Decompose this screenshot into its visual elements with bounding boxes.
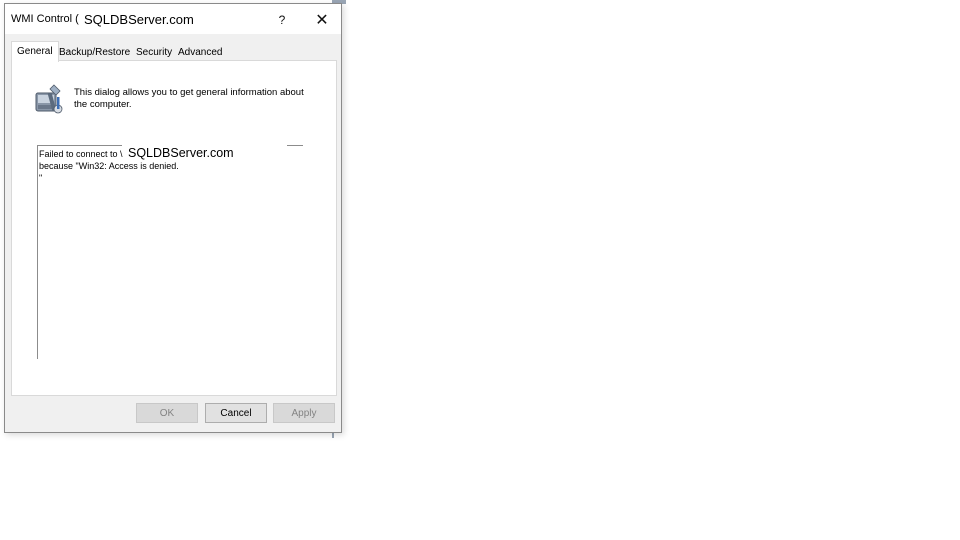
ok-button[interactable]: OK xyxy=(136,403,198,423)
close-icon: ✕ xyxy=(315,12,329,29)
status-watermark-text: SQLDBServer.com xyxy=(126,146,236,160)
tab-strip: General Backup/Restore Security Advanced xyxy=(11,41,337,62)
help-button[interactable]: ? xyxy=(267,7,297,33)
status-box-border-top-right xyxy=(287,145,303,146)
help-icon: ? xyxy=(278,13,286,27)
status-text-box[interactable]: Failed to connect to \ because "Win32: A… xyxy=(37,145,308,359)
tab-general[interactable]: General xyxy=(11,41,59,62)
close-button[interactable]: ✕ xyxy=(307,7,337,33)
tab-backup-restore[interactable]: Backup/Restore xyxy=(54,44,135,61)
tab-security[interactable]: Security xyxy=(131,44,177,61)
title-bar[interactable]: WMI Control ( SQLDBServer.com ? ✕ xyxy=(5,4,341,34)
general-tab-panel: This dialog allows you to get general in… xyxy=(11,60,337,396)
dialog-description: This dialog allows you to get general in… xyxy=(74,87,304,110)
wmi-control-icon xyxy=(34,83,64,115)
status-box-border-top xyxy=(38,145,122,146)
tab-advanced[interactable]: Advanced xyxy=(173,44,227,61)
apply-button[interactable]: Apply xyxy=(273,403,335,423)
wmi-control-dialog: WMI Control ( SQLDBServer.com ? ✕ Genera… xyxy=(4,3,342,433)
title-watermark-text: SQLDBServer.com xyxy=(82,12,196,27)
cancel-button[interactable]: Cancel xyxy=(205,403,267,423)
window-title: WMI Control ( xyxy=(11,13,79,25)
